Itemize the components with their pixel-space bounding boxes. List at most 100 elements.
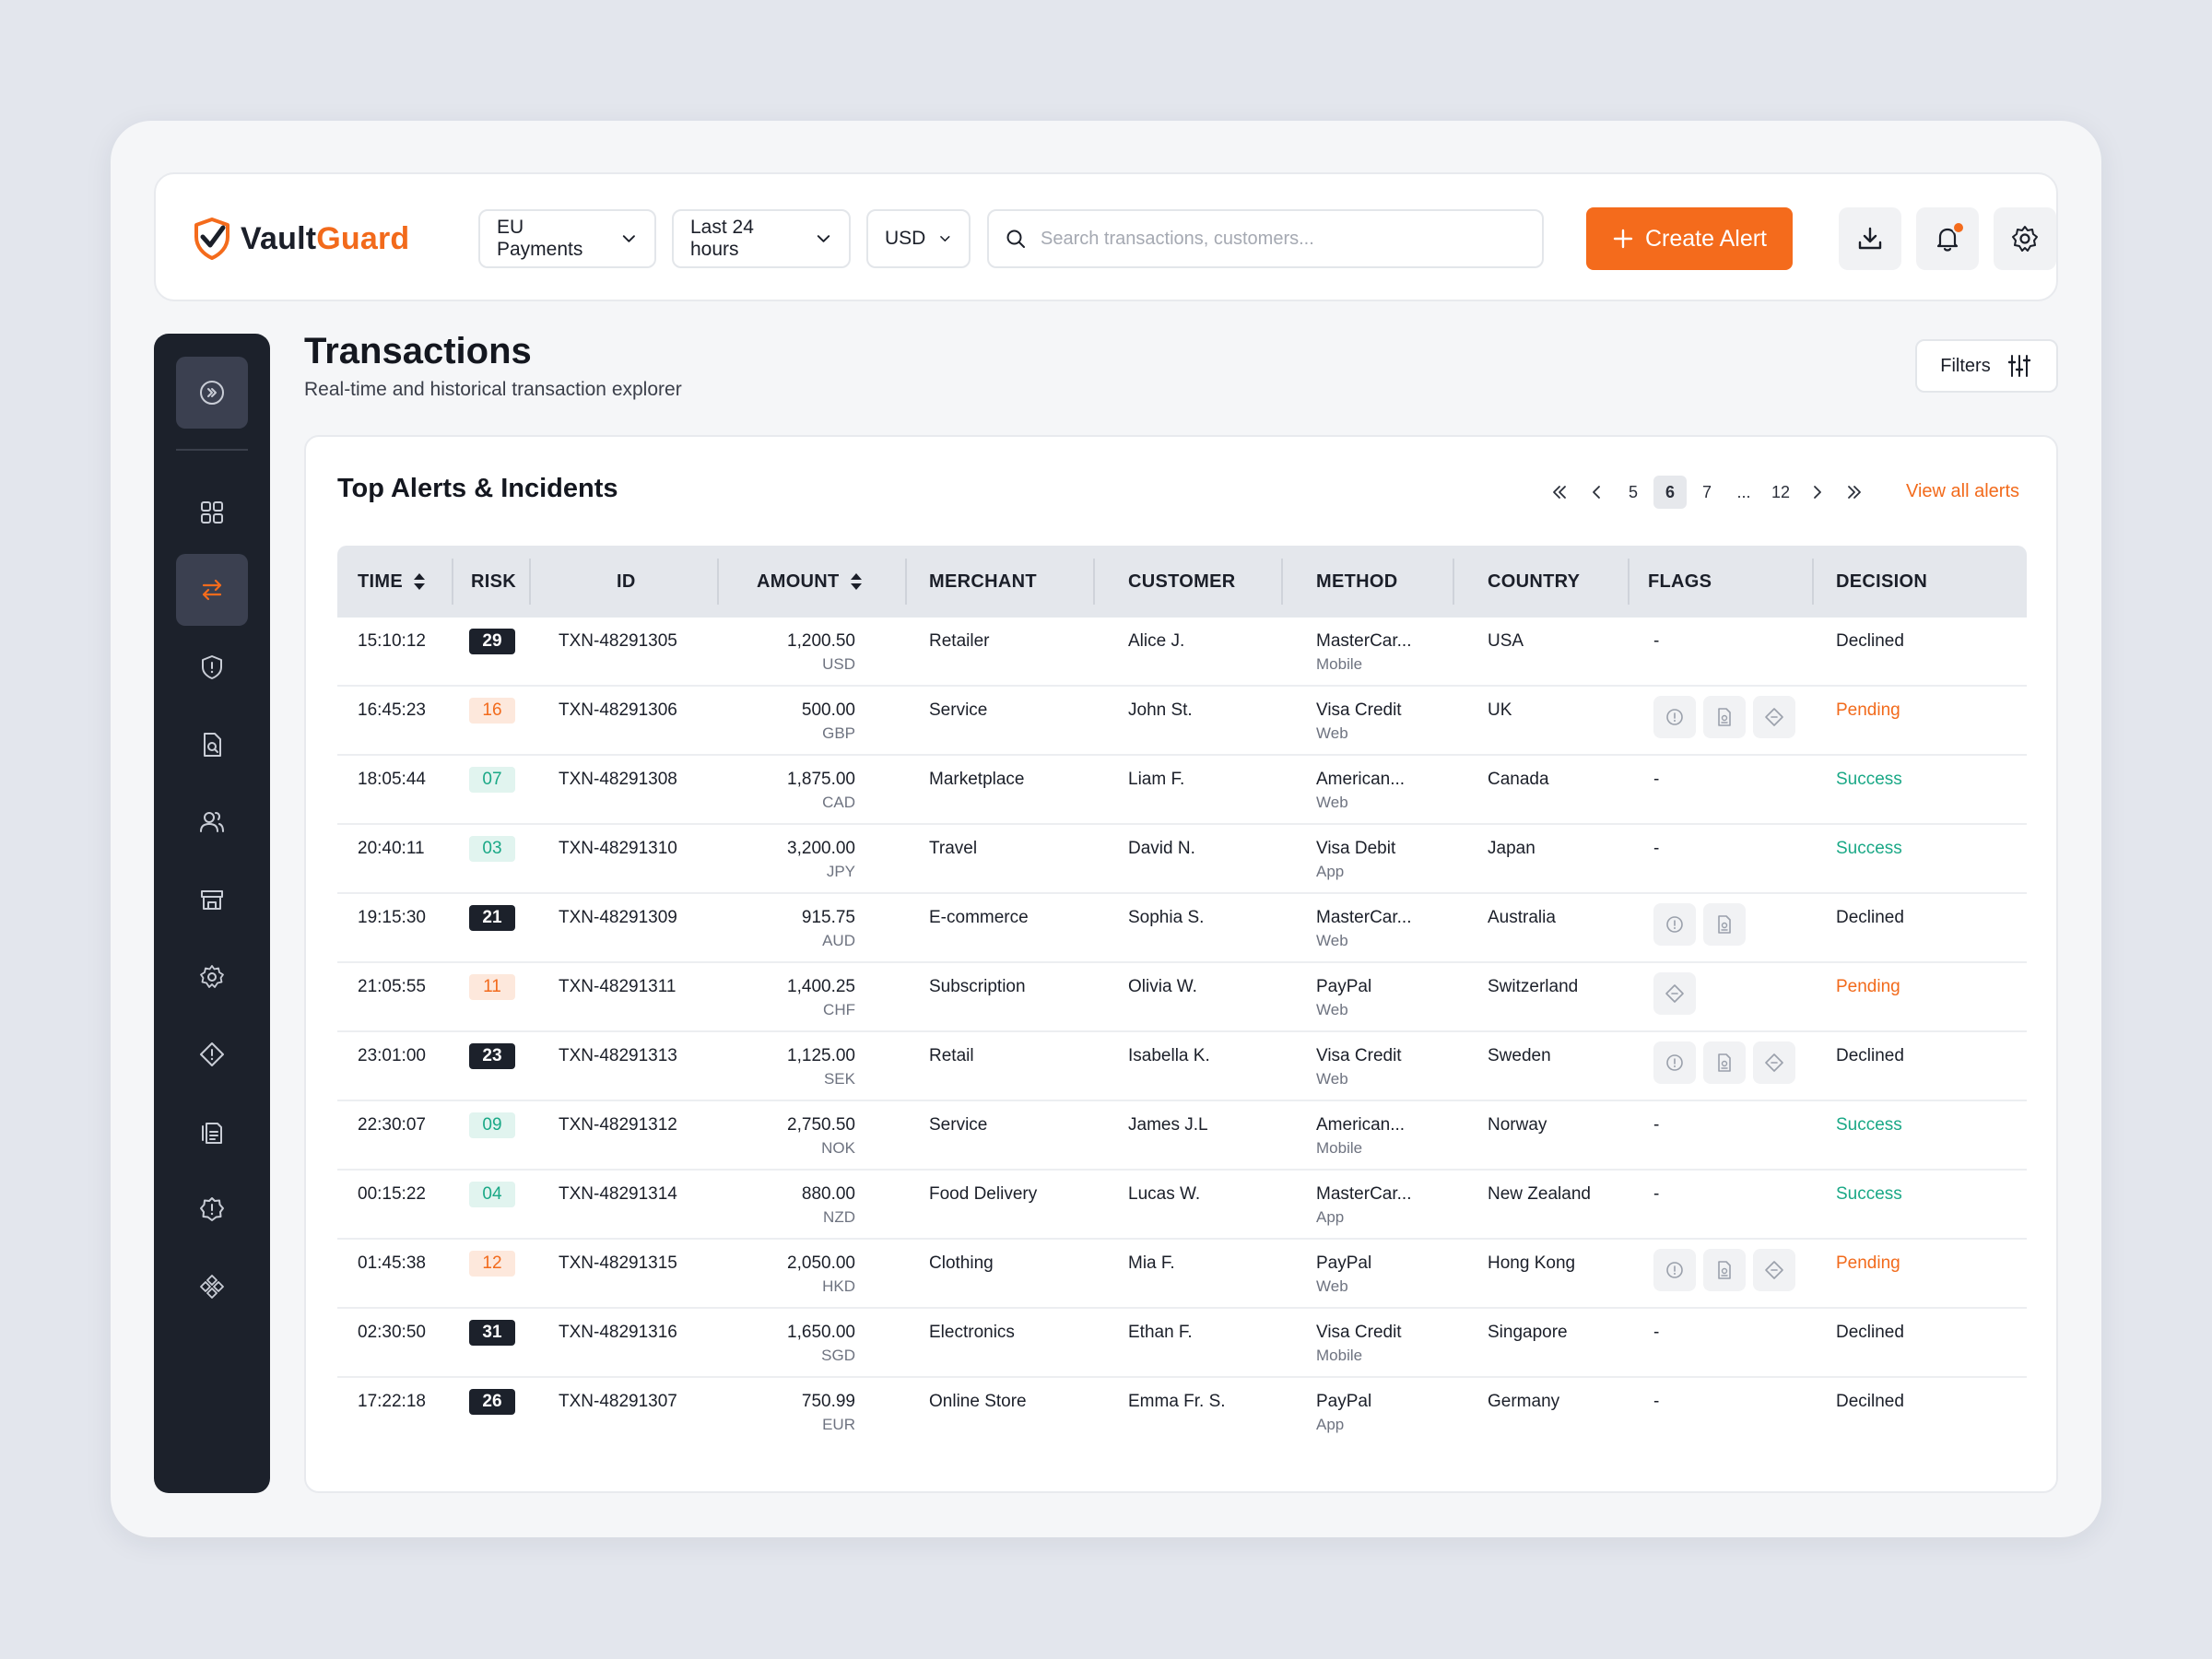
table-row[interactable]: 02:30:50 31 TXN-48291316 1,650.00 SGD Electro… (337, 1309, 2027, 1378)
flag-doc[interactable] (1703, 903, 1746, 946)
flag-doc[interactable] (1703, 1249, 1746, 1291)
next-page-button[interactable] (1801, 476, 1834, 509)
sidebar-item-risk[interactable] (176, 631, 248, 703)
reports-icon (202, 1123, 222, 1144)
cell-id[interactable]: TXN-48291307 (559, 1392, 677, 1412)
cell-id[interactable]: TXN-48291308 (559, 770, 677, 790)
header-flags[interactable]: FLAGS (1648, 546, 1712, 618)
sidebar-item-alerts[interactable] (176, 1018, 248, 1090)
currency-select[interactable]: USD (866, 209, 971, 268)
cell-id[interactable]: TXN-48291315 (559, 1253, 677, 1274)
document-icon (1718, 1053, 1731, 1072)
first-page-button[interactable] (1543, 476, 1576, 509)
sidebar (154, 334, 270, 1493)
table-row[interactable]: 19:15:30 21 TXN-48291309 915.75 AUD E-commerc… (337, 894, 2027, 963)
table-row[interactable]: 18:05:44 07 TXN-48291308 1,875.00 CAD Marketp… (337, 756, 2027, 825)
table-row[interactable]: 15:10:12 29 TXN-48291305 1,200.50 USD Retaile… (337, 618, 2027, 687)
prev-page-button[interactable] (1580, 476, 1613, 509)
flag-info[interactable] (1653, 1249, 1696, 1291)
header-merchant[interactable]: MERCHANT (929, 546, 1037, 618)
flags-empty: - (1653, 839, 1660, 858)
header-id[interactable]: ID (617, 546, 636, 618)
table-row[interactable]: 17:22:18 26 TXN-48291307 750.99 EUR Online St… (337, 1378, 2027, 1447)
dashboard-icon (201, 501, 223, 524)
sidebar-item-transactions[interactable] (176, 554, 248, 626)
sidebar-item-integrations[interactable] (176, 1251, 248, 1323)
flag-doc[interactable] (1703, 696, 1746, 738)
header-time[interactable]: TIME (358, 546, 427, 618)
page-5[interactable]: 5 (1617, 476, 1650, 509)
table-row[interactable]: 01:45:38 12 TXN-48291315 2,050.00 HKD Clothin… (337, 1240, 2027, 1309)
table-row[interactable]: 16:45:23 16 TXN-48291306 500.00 GBP Service Jo… (337, 687, 2027, 756)
cell-amount: 1,650.00 SGD (717, 1323, 855, 1365)
page-7[interactable]: 7 (1690, 476, 1724, 509)
amount-value: 3,200.00 (787, 839, 855, 858)
table-row[interactable]: 22:30:07 09 TXN-48291312 2,750.50 NOK Service… (337, 1101, 2027, 1171)
filters-button[interactable]: Filters (1915, 339, 2058, 393)
notifications-button[interactable] (1916, 207, 1979, 270)
table-row[interactable]: 00:15:22 04 TXN-48291314 880.00 NZD Food Deli… (337, 1171, 2027, 1240)
download-button[interactable] (1839, 207, 1901, 270)
sidebar-item-rules[interactable] (176, 941, 248, 1013)
flag-info[interactable] (1653, 1041, 1696, 1084)
cell-id[interactable]: TXN-48291316 (559, 1323, 677, 1343)
header-decision[interactable]: DECISION (1836, 546, 1927, 618)
flag-diamond[interactable] (1753, 1249, 1795, 1291)
flag-diamond[interactable] (1753, 1041, 1795, 1084)
time-range-select[interactable]: Last 24 hours (672, 209, 851, 268)
sidebar-item-merchants[interactable] (176, 864, 248, 935)
chevron-down-icon (940, 236, 950, 241)
amount-currency: SGD (821, 1347, 855, 1364)
page-title: Transactions (304, 331, 532, 371)
page-12[interactable]: 12 (1764, 476, 1797, 509)
amount-value: 2,750.50 (787, 1115, 855, 1135)
flag-diamond[interactable] (1753, 696, 1795, 738)
cell-id[interactable]: TXN-48291312 (559, 1115, 677, 1135)
flag-diamond[interactable] (1653, 972, 1696, 1015)
sidebar-item-reports[interactable] (176, 1096, 248, 1168)
page-6-current[interactable]: 6 (1653, 476, 1687, 509)
header-customer[interactable]: CUSTOMER (1128, 546, 1235, 618)
cell-id[interactable]: TXN-48291305 (559, 631, 677, 652)
region-select[interactable]: EU Payments (478, 209, 656, 268)
sidebar-item-dashboard[interactable] (176, 477, 248, 548)
view-all-alerts-link[interactable]: View all alerts (1906, 481, 2019, 502)
last-page-button[interactable] (1838, 476, 1871, 509)
cell-id[interactable]: TXN-48291313 (559, 1046, 677, 1066)
table-row[interactable]: 23:01:00 23 TXN-48291313 1,125.00 SEK Retail I… (337, 1032, 2027, 1101)
cell-customer: Emma Fr. S. (1128, 1392, 1226, 1411)
method-channel: Mobile (1316, 1139, 1363, 1157)
cell-id[interactable]: TXN-48291314 (559, 1184, 677, 1205)
header-method[interactable]: METHOD (1316, 546, 1397, 618)
cell-id[interactable]: TXN-48291311 (559, 977, 676, 997)
create-alert-button[interactable]: Create Alert (1586, 207, 1793, 270)
header-amount[interactable]: AMOUNT (757, 546, 864, 618)
cell-time: 18:05:44 (358, 770, 426, 789)
risk-badge: 11 (469, 974, 515, 1000)
sidebar-item-customers[interactable] (176, 786, 248, 858)
header-risk[interactable]: RISK (471, 546, 516, 618)
header-country[interactable]: COUNTRY (1488, 546, 1580, 618)
flag-info[interactable] (1653, 903, 1696, 946)
settings-button[interactable] (1994, 207, 2056, 270)
cell-method: MasterCar... Mobile (1316, 631, 1411, 674)
sidebar-item-incidents[interactable] (176, 1173, 248, 1245)
page-ellipsis: ... (1736, 482, 1751, 501)
flag-doc[interactable] (1703, 1041, 1746, 1084)
cell-id[interactable]: TXN-48291310 (559, 839, 677, 859)
amount-currency: NOK (821, 1139, 855, 1157)
table-row[interactable]: 21:05:55 11 TXN-48291311 1,400.25 CHF Subscri… (337, 963, 2027, 1032)
cell-time: 19:15:30 (358, 908, 426, 927)
cell-id[interactable]: TXN-48291309 (559, 908, 677, 928)
amount-value: 915.75 (801, 908, 855, 927)
search-input[interactable] (1041, 228, 1525, 250)
table-row[interactable]: 20:40:11 03 TXN-48291310 3,200.00 JPY Travel D… (337, 825, 2027, 894)
sidebar-expand-button[interactable] (176, 357, 248, 429)
cell-country: Switzerland (1488, 977, 1579, 996)
flag-info[interactable] (1653, 696, 1696, 738)
cell-id[interactable]: TXN-48291306 (559, 700, 677, 721)
sidebar-item-investigations[interactable] (176, 709, 248, 781)
amount-value: 500.00 (801, 700, 855, 720)
brand-logo[interactable]: VaultGuard (193, 217, 409, 261)
risk-badge: 04 (469, 1182, 515, 1207)
